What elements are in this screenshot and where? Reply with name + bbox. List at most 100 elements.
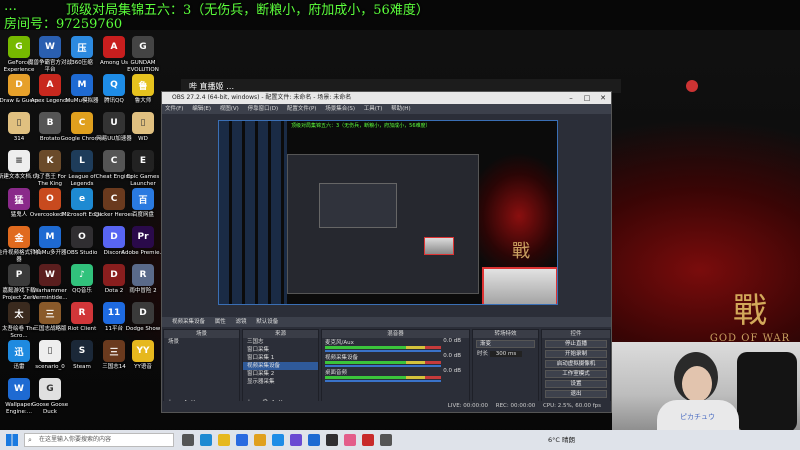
close-button[interactable]: ✕ [595,92,611,104]
app-icon: G [8,36,30,58]
preview-zhan: 戰 [512,241,530,262]
app-icon: D [103,226,125,248]
app-icon-1[interactable] [290,434,302,446]
menu-scene-collection[interactable]: 场景集合(S) [325,106,355,112]
obs-window[interactable]: OBS 27.2.4 (64-bit, windows) - 配置文件: 未命名… [161,91,612,413]
app-icon: S [71,340,93,362]
desktop-icon[interactable]: YY YY语音 [126,338,160,382]
weather-widget[interactable]: 6°C 晴朗 [548,436,575,444]
app-icon: ▯ [39,340,61,362]
app-icon: C [103,188,125,210]
taskbar: ⌕ 在这里输入你要搜索的内容 6°C 晴朗 [0,430,800,450]
desktop-icon[interactable]: S Steam [65,338,99,382]
app-icon: 迅 [8,340,30,362]
maximize-button[interactable]: □ [579,92,595,104]
source-item[interactable]: 显示器采集 [243,378,318,386]
wallpaper-zhan: 戰 [733,291,767,331]
app-icon: C [103,150,125,172]
mixer-track[interactable]: 桌面音频 0.0 dB [322,368,469,383]
desktop-icon-label: WD [138,136,148,142]
explorer-icon[interactable] [218,434,230,446]
obs-titlebar[interactable]: OBS 27.2.4 (64-bit, windows) - 配置文件: 未命名… [162,92,611,104]
gaming-chair [737,352,797,430]
source-item[interactable]: 三国志 [243,338,318,346]
sources-dock: 来源 三国志 窗口采集 窗口采集 1 视频采集设备 窗口采集 2 显示器采集 +… [242,329,319,409]
controls-dock: 控件 停止直播 开始录制 启动虚拟摄像机 工作室模式 设置 退出 [541,329,611,409]
app-icon: G [132,36,154,58]
edge-icon[interactable] [200,434,212,446]
source-item[interactable]: 窗口采集 [243,346,318,354]
virtual-camera-button[interactable]: 启动虚拟摄像机 [545,360,607,368]
app-icon: 太 [8,302,30,324]
track-level: 0.0 dB [443,338,461,344]
menu-profile[interactable]: 配置文件(P) [287,106,317,112]
scene-item[interactable]: 场景 [164,338,239,346]
taskbar-search-input[interactable]: ⌕ 在这里输入你要搜索的内容 [24,433,174,447]
app-icon: E [132,150,154,172]
store-icon[interactable] [236,434,248,446]
cpu-fps: CPU: 2.5%, 60.00 fps [542,403,601,409]
mixer-track[interactable]: 麦克风/Aux 0.0 dB [322,338,469,353]
app-icon-3[interactable] [362,434,374,446]
scenes-dock: 场景 场景 + − ∧ ∨ [163,329,240,409]
mixer-dock: 混音器 麦克风/Aux 0.0 dB 视频采集设备 0.0 dB 桌面音频 0.… [321,329,470,409]
settings-button[interactable]: 设置 [545,380,607,388]
app-icon: O [39,188,61,210]
menu-file[interactable]: 文件(F) [165,106,183,112]
app-icon: 11 [103,302,125,324]
app-icon: W [39,36,61,58]
avatar[interactable] [686,80,698,92]
desktop-icon-label: 雨中冒险 2 [129,288,157,294]
app-icon: Q [103,74,125,96]
menu-view[interactable]: 视图(V) [220,106,239,112]
app-icon: D [103,264,125,286]
device-select[interactable]: 默认设备 [256,319,278,325]
chrome-icon[interactable] [254,434,266,446]
track-level: 0.0 dB [443,368,461,374]
minimize-button[interactable]: – [563,92,579,104]
obs-preview[interactable]: 戰 顶级对局集锦五六：3（无伤兵，断粮小，府加成小，56难度） [218,120,558,305]
source-item[interactable]: 窗口采集 1 [243,354,318,362]
app-icon-4[interactable] [380,434,392,446]
person-face [682,366,712,402]
task-view-icon[interactable] [182,434,194,446]
app-icon: 鲁 [132,74,154,96]
scenes-header: 场景 [164,330,239,338]
app-icon: ♪ [71,264,93,286]
app-icon: U [103,112,125,134]
source-item[interactable]: 窗口采集 2 [243,370,318,378]
menu-docks[interactable]: 停靠窗口(D) [248,106,279,112]
properties-button[interactable]: 属性 [215,319,226,325]
preview-nested-obs-2 [319,183,397,228]
menu-tools[interactable]: 工具(T) [364,106,383,112]
mixer-track[interactable]: 视频采集设备 0.0 dB [322,353,469,368]
preview-overlay-text: 顶级对局集锦五六：3（无伤兵，断粮小，府加成小，56难度） [291,123,431,129]
app-icon: M [39,226,61,248]
mixer-header: 混音器 [322,330,469,338]
app-icon: 猛 [8,188,30,210]
desktop-icon[interactable]: G Goose Goose Duck [32,376,68,420]
obs-icon[interactable] [326,434,338,446]
bilibili-icon[interactable] [344,434,356,446]
studio-mode-button[interactable]: 工作室模式 [545,370,607,378]
app-icon: 百 [132,188,154,210]
transition-select[interactable]: 渐变 [476,340,535,348]
start-recording-button[interactable]: 开始录制 [545,350,607,358]
exit-button[interactable]: 退出 [545,390,607,398]
qq-icon[interactable] [272,434,284,446]
app-icon-2[interactable] [308,434,320,446]
obs-title: OBS 27.2.4 (64-bit, windows) - 配置文件: 未命名… [172,94,352,101]
system-tray[interactable]: 6°C 晴朗 [548,434,581,444]
menu-help[interactable]: 帮助(H) [391,106,410,112]
duration-input[interactable]: 300 ms [489,351,523,357]
filters-button[interactable]: 滤镜 [236,319,247,325]
app-icon: C [71,112,93,134]
menu-edit[interactable]: 编辑(E) [192,106,211,112]
webcam-overlay: ピカチュウ [612,342,800,430]
stop-streaming-button[interactable]: 停止直播 [545,340,607,348]
overlay-line2: 房间号：97259760 [4,17,123,32]
source-item-selected[interactable]: 视频采集设备 [243,362,318,370]
windows-start-icon[interactable] [6,434,18,446]
desktop-icon-label: YY语音 [134,364,152,370]
desktop-icon-label: Adobe Premie... [121,250,165,256]
